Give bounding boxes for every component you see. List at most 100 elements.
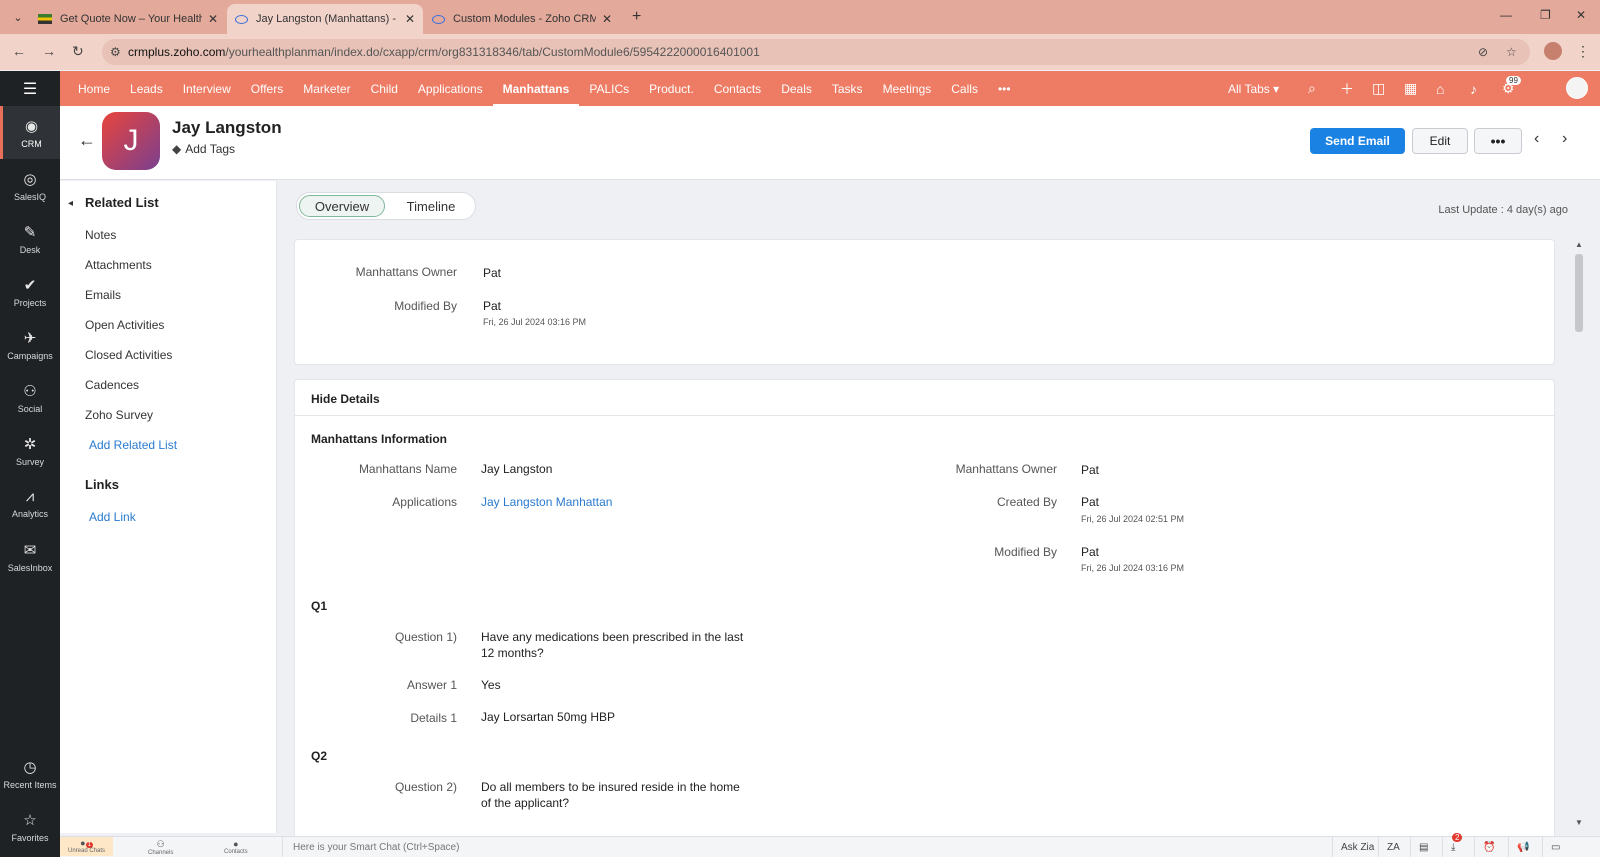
signals-icon[interactable]: ◫	[1372, 71, 1385, 106]
tab-timeline[interactable]: Timeline	[389, 195, 473, 217]
tracking-off-icon[interactable]: ⊘	[1478, 45, 1488, 59]
scroll-down-icon[interactable]: ▼	[1575, 818, 1583, 827]
summary-modified-value[interactable]: Pat	[483, 299, 501, 313]
calendar-icon[interactable]: ▦	[1404, 71, 1417, 106]
next-record-icon[interactable]: ›	[1562, 130, 1567, 148]
related-item-emails[interactable]: Emails	[85, 288, 121, 302]
app-item-favorites[interactable]: ☆ Favorites	[0, 800, 60, 853]
tab-child[interactable]: Child	[361, 71, 408, 106]
app-item-crm[interactable]: ◉ CRM	[0, 106, 60, 159]
user-avatar[interactable]	[1566, 77, 1588, 99]
app-item-social[interactable]: ⚇ Social	[0, 371, 60, 424]
tab-offers[interactable]: Offers	[241, 71, 293, 106]
app-item-projects[interactable]: ✔ Projects	[0, 265, 60, 318]
app-item-recent-items[interactable]: ◷ Recent Items	[0, 747, 60, 800]
reload-icon[interactable]: ↻	[72, 43, 84, 60]
add-related-list-link[interactable]: Add Related List	[89, 438, 177, 452]
back-arrow-icon[interactable]: ←	[78, 130, 96, 151]
marketplace-icon[interactable]: ⌂	[1436, 71, 1444, 106]
related-item-zoho-survey[interactable]: Zoho Survey	[85, 408, 153, 422]
add-link[interactable]: Add Link	[89, 510, 136, 524]
new-tab-plus-icon[interactable]: +	[632, 8, 641, 26]
send-email-button[interactable]: Send Email	[1310, 128, 1405, 154]
add-icon[interactable]: ＋	[1340, 71, 1354, 106]
related-item-open-activities[interactable]: Open Activities	[85, 318, 164, 332]
summary-owner-value[interactable]: Pat	[483, 266, 501, 280]
alarm-icon[interactable]: ⏰	[1474, 837, 1503, 857]
close-tab-icon[interactable]: ✕	[208, 12, 218, 26]
smart-chat-input[interactable]: Here is your Smart Chat (Ctrl+Space)	[282, 837, 1332, 857]
tab-tasks[interactable]: Tasks	[822, 71, 873, 106]
channels-button[interactable]: ⚇ Channels	[148, 839, 173, 856]
tab-leads[interactable]: Leads	[120, 71, 173, 106]
notifications-bell-icon[interactable]: ♪	[1470, 71, 1477, 106]
tab-home[interactable]: Home	[68, 71, 120, 106]
field-value-name[interactable]: Jay Langston	[481, 462, 552, 476]
field-value-applications-link[interactable]: Jay Langston Manhattan	[481, 495, 612, 509]
settings-gear-icon[interactable]: ⚙	[1502, 71, 1515, 106]
browser-menu-icon[interactable]: ⋮	[1576, 43, 1590, 60]
previous-record-icon[interactable]: ‹	[1534, 130, 1539, 148]
tab-meetings[interactable]: Meetings	[873, 71, 942, 106]
related-item-notes[interactable]: Notes	[85, 228, 116, 242]
scroll-thumb[interactable]	[1575, 254, 1583, 332]
tab-marketer[interactable]: Marketer	[293, 71, 360, 106]
app-item-salesiq[interactable]: ◎ SalesIQ	[0, 159, 60, 212]
edit-button[interactable]: Edit	[1412, 128, 1468, 154]
app-item-desk[interactable]: ✎ Desk	[0, 212, 60, 265]
field-value-created[interactable]: Pat	[1081, 495, 1099, 509]
hide-details-toggle[interactable]: Hide Details	[311, 392, 380, 406]
related-item-closed-activities[interactable]: Closed Activities	[85, 348, 172, 362]
announcement-icon[interactable]: 📢	[1508, 837, 1537, 857]
field-value-modified[interactable]: Pat	[1081, 545, 1099, 559]
tab-manhattans[interactable]: Manhattans	[493, 71, 580, 106]
back-icon[interactable]: ←	[12, 43, 26, 59]
screen-share-icon[interactable]: ▭	[1542, 837, 1568, 857]
address-bar[interactable]: ⚙ crmplus.zoho.com/yourhealthplanman/ind…	[102, 39, 1530, 65]
tab-overview[interactable]: Overview	[299, 195, 385, 217]
scroll-up-icon[interactable]: ▲	[1575, 240, 1583, 249]
collapse-panel-icon[interactable]: ◂	[68, 198, 73, 209]
app-item-campaigns[interactable]: ✈ Campaigns	[0, 318, 60, 371]
tab-search-chevron-icon[interactable]: ⌄	[8, 7, 28, 27]
close-tab-icon[interactable]: ✕	[602, 12, 612, 26]
unread-chats-button[interactable]: ● 1 Unread Chats	[60, 837, 114, 856]
app-item-salesinbox[interactable]: ✉ SalesInbox	[0, 530, 60, 583]
field-value-owner[interactable]: Pat	[1081, 463, 1099, 477]
content-scrollbar[interactable]: ▲ ▼	[1574, 240, 1584, 832]
window-close-icon[interactable]: ✕	[1576, 8, 1586, 22]
more-tabs-button[interactable]: •••	[988, 71, 1021, 106]
q1-details-value[interactable]: Jay Lorsartan 50mg HBP	[481, 710, 615, 724]
browser-tab-get-quote[interactable]: Get Quote Now – Your Health Pl ✕	[30, 4, 226, 34]
notes-icon[interactable]: ▤	[1410, 837, 1436, 857]
ask-zia-button[interactable]: Ask Zia	[1332, 837, 1382, 857]
related-item-cadences[interactable]: Cadences	[85, 378, 139, 392]
all-tabs-dropdown[interactable]: All Tabs ▾	[1228, 71, 1279, 106]
browser-tab-jay-langston[interactable]: Jay Langston (Manhattans) - Zoho ✕	[227, 4, 423, 34]
app-item-analytics[interactable]: ⩘ Analytics	[0, 477, 60, 530]
forward-icon[interactable]: →	[42, 43, 56, 59]
related-item-attachments[interactable]: Attachments	[85, 258, 152, 272]
browser-tab-custom-modules[interactable]: Custom Modules - Zoho CRM ✕	[424, 4, 620, 34]
tab-palics[interactable]: PALICs	[579, 71, 639, 106]
browser-profile-avatar[interactable]	[1544, 42, 1562, 60]
record-avatar[interactable]: J	[102, 112, 160, 170]
zia-icon[interactable]: ZA	[1378, 837, 1408, 857]
tab-calls[interactable]: Calls	[941, 71, 988, 106]
app-item-survey[interactable]: ✲ Survey	[0, 424, 60, 477]
contacts-button[interactable]: ● Contacts	[224, 839, 248, 855]
tab-contacts[interactable]: Contacts	[704, 71, 771, 106]
site-info-icon[interactable]: ⚙	[110, 45, 121, 59]
minimize-icon[interactable]: —	[1500, 8, 1512, 22]
restore-icon[interactable]: ❐	[1540, 8, 1551, 22]
tab-product[interactable]: Product.	[639, 71, 704, 106]
add-tags-button[interactable]: ◆ Add Tags	[172, 142, 235, 156]
close-tab-icon[interactable]: ✕	[405, 12, 415, 26]
search-icon[interactable]: ⌕	[1308, 71, 1316, 106]
q1-answer-value[interactable]: Yes	[481, 678, 501, 692]
hamburger-menu-icon[interactable]: ☰	[0, 71, 60, 106]
tab-deals[interactable]: Deals	[771, 71, 822, 106]
bookmark-star-icon[interactable]: ☆	[1506, 45, 1517, 59]
tab-applications[interactable]: Applications	[408, 71, 493, 106]
tab-interview[interactable]: Interview	[173, 71, 241, 106]
